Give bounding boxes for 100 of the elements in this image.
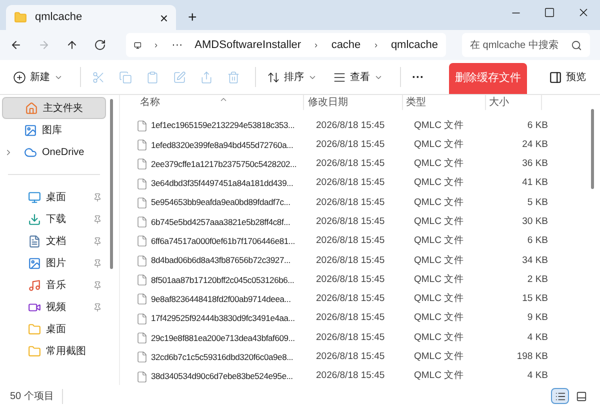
- size-cell-text: 6 KB: [526, 118, 549, 133]
- date-cell-text: 2026/8/18 15:45: [315, 176, 386, 190]
- size-cell-text: 15 KB: [521, 292, 549, 306]
- file-row[interactable]: 6b745e5bd4257aaa3821e5b28ff4c8f... 2026/8/18 15:45 QMLC 文件 30 KB: [134, 212, 600, 232]
- back-arrow-icon[interactable]: [10, 38, 22, 52]
- size-cell-text: 198 KB: [516, 350, 549, 364]
- size-cell-text: 24 KB: [521, 138, 549, 152]
- toolbar-button[interactable]: 新建: [8, 64, 68, 90]
- size-cell-text: 4 KB: [526, 369, 549, 384]
- size-cell-text: 41 KB: [521, 176, 549, 190]
- picture-icon: [24, 124, 37, 136]
- column-header[interactable]: 修改日期: [304, 95, 403, 110]
- new-tab-button[interactable]: +: [188, 10, 197, 25]
- folder-icon: [28, 344, 41, 358]
- more-button[interactable]: ···: [407, 64, 429, 90]
- breadcrumb-overflow[interactable]: ···: [172, 36, 183, 54]
- file-row[interactable]: 3e64dbd3f35f4497451a84a181dd439... 2026/8/18 15:45 QMLC 文件 41 KB: [134, 174, 600, 194]
- size-cell-text: 30 KB: [521, 215, 549, 229]
- size-cell-text: 5 KB: [526, 196, 549, 210]
- file-row[interactable]: 2ee379cffe1a1217b2375750c5428202... 2026/8/18 15:45 QMLC 文件 36 KB: [134, 154, 600, 174]
- date-cell-text: 2026/8/18 15:45: [315, 292, 386, 306]
- toolbar-button[interactable]: 排序: [262, 64, 322, 90]
- status-bar: 50 个项目: [0, 385, 600, 407]
- preview-button[interactable]: 预览: [549, 70, 586, 84]
- breadcrumb-item[interactable]: qmlcache: [390, 36, 438, 54]
- column-header[interactable]: 名称: [134, 95, 304, 110]
- maximize-icon[interactable]: [544, 7, 555, 18]
- sidebar-item[interactable]: 图片: [2, 252, 106, 274]
- file-row[interactable]: 9e8af8236448418fd2f00ab9714deea... 2026/8/18 15:45 QMLC 文件 15 KB: [134, 290, 600, 309]
- delete-cache-button[interactable]: 删除缓存文件: [449, 63, 527, 94]
- details-view-button[interactable]: [551, 388, 569, 404]
- sidebar-item[interactable]: 桌面: [2, 318, 106, 340]
- file-icon: [136, 216, 148, 228]
- search-input[interactable]: 在 qmlcache 中搜索: [470, 38, 571, 52]
- close-icon[interactable]: [577, 6, 590, 19]
- tiles-icon: [576, 390, 586, 402]
- file-name: 17f429525f92444b3830d9fc3491e4aa...: [151, 312, 296, 325]
- toolbar-button[interactable]: 查看: [328, 64, 388, 90]
- file-row[interactable]: 5e954653bb9eafda9ea0bd89fdadf7c... 2026/8/18 15:45 QMLC 文件 5 KB: [134, 193, 600, 212]
- sidebar-item[interactable]: 主文件夹: [2, 97, 106, 119]
- type-cell-text: QMLC 文件: [413, 292, 466, 306]
- type-cell-text: QMLC 文件: [413, 157, 466, 172]
- type-cell-text: QMLC 文件: [413, 311, 466, 326]
- sidebar-item[interactable]: 音乐: [2, 274, 106, 296]
- file-row[interactable]: 17f429525f92444b3830d9fc3491e4aa... 2026/8/18 15:45 QMLC 文件 9 KB: [134, 308, 600, 328]
- refresh-icon[interactable]: [94, 38, 106, 52]
- tab-title: qmlcache: [35, 10, 84, 26]
- file-name: 3e64dbd3f35f4497451a84a181dd439...: [151, 177, 294, 190]
- document-icon: [28, 234, 41, 248]
- close-tab-button[interactable]: ×: [160, 10, 168, 24]
- date-cell-text: 2026/8/18 15:45: [315, 157, 386, 172]
- file-row[interactable]: 8d4bad06b6d8a43fb87656b72c3927... 2026/8/18 15:45 QMLC 文件 34 KB: [134, 251, 600, 270]
- size-cell-text: 6 KB: [526, 234, 549, 248]
- type-cell-text: QMLC 文件: [413, 254, 466, 268]
- file-row[interactable]: 8f501aa87b17120bff2c045c053126b6... 2026/8/18 15:45 QMLC 文件 2 KB: [134, 270, 600, 290]
- type-cell-text: QMLC 文件: [413, 369, 466, 384]
- type-cell-text: QMLC 文件: [413, 272, 466, 287]
- sidebar-item[interactable]: 下载: [2, 208, 106, 230]
- type-cell-text: QMLC 文件: [413, 176, 466, 190]
- column-header[interactable]: 大小: [486, 95, 542, 110]
- breadcrumb-item[interactable]: AMDSoftwareInstaller: [194, 36, 302, 54]
- sidebar-item[interactable]: 常用截图: [2, 340, 106, 362]
- breadcrumb-item[interactable]: cache: [331, 36, 361, 54]
- file-row[interactable]: 32cd6b7c1c5c59316dbd320f6c0a9e8... 2026/8/18 15:45 QMLC 文件 198 KB: [134, 348, 600, 367]
- search-field[interactable]: 在 qmlcache 中搜索: [462, 33, 590, 57]
- clipboard-icon: [146, 70, 159, 84]
- file-row[interactable]: 1ef1ec1965159e2132294e53818c353... 2026/8/18 15:45 QMLC 文件 6 KB: [134, 116, 600, 136]
- trash-icon: [227, 70, 240, 84]
- scissors-icon: [92, 70, 105, 84]
- file-name: 5e954653bb9eafda9ea0bd89fdadf7c...: [151, 196, 292, 210]
- date-cell-text: 2026/8/18 15:45: [315, 369, 386, 384]
- sidebar-item[interactable]: OneDrive: [2, 141, 106, 163]
- file-icon: [136, 312, 148, 325]
- file-row[interactable]: 6ff6a74517a000f0ef61b7f1706446e81... 2026/8/18 15:45 QMLC 文件 6 KB: [134, 232, 600, 252]
- sidebar-item[interactable]: 文档: [2, 230, 106, 252]
- sidebar-item[interactable]: 桌面: [2, 186, 106, 208]
- size-cell-text: 36 KB: [521, 157, 549, 172]
- file-name: 8d4bad06b6d8a43fb87656b72c3927...: [151, 254, 292, 268]
- file-name: 6ff6a74517a000f0ef61b7f1706446e81...: [151, 235, 296, 248]
- tab[interactable]: qmlcache ×: [6, 5, 176, 30]
- column-header[interactable]: 类型: [403, 95, 486, 110]
- file-icon: [136, 332, 148, 344]
- type-cell-text: QMLC 文件: [413, 234, 466, 248]
- file-icon: [136, 178, 148, 190]
- monitor-icon: [28, 190, 41, 204]
- folder-icon: [14, 11, 27, 24]
- date-cell-text: 2026/8/18 15:45: [315, 196, 386, 210]
- file-row[interactable]: 29c19e8f881ea200e713dea43bfaf609... 2026/8/18 15:45 QMLC 文件 4 KB: [134, 328, 600, 348]
- file-row[interactable]: 1efed8320e399fe8a94bd455d72760a... 2026/8/18 15:45 QMLC 文件 24 KB: [134, 135, 600, 155]
- folder-icon: [28, 322, 41, 336]
- picture-icon: [28, 256, 41, 270]
- file-name: 29c19e8f881ea200e713dea43bfaf609...: [151, 332, 296, 344]
- date-cell-text: 2026/8/18 15:45: [315, 234, 386, 248]
- sidebar-item[interactable]: 视频: [2, 296, 106, 318]
- file-row[interactable]: 38d340534d90c6d7ebe83be524e95e... 2026/8/18 15:45 QMLC 文件 4 KB: [134, 366, 600, 386]
- address-bar[interactable]: ··· AMDSoftwareInstaller cache qmlcache: [126, 33, 446, 57]
- type-cell-text: QMLC 文件: [413, 215, 466, 229]
- file-icon: [136, 293, 148, 306]
- sidebar-item[interactable]: 图库: [2, 119, 106, 141]
- up-arrow-icon[interactable]: [66, 38, 78, 52]
